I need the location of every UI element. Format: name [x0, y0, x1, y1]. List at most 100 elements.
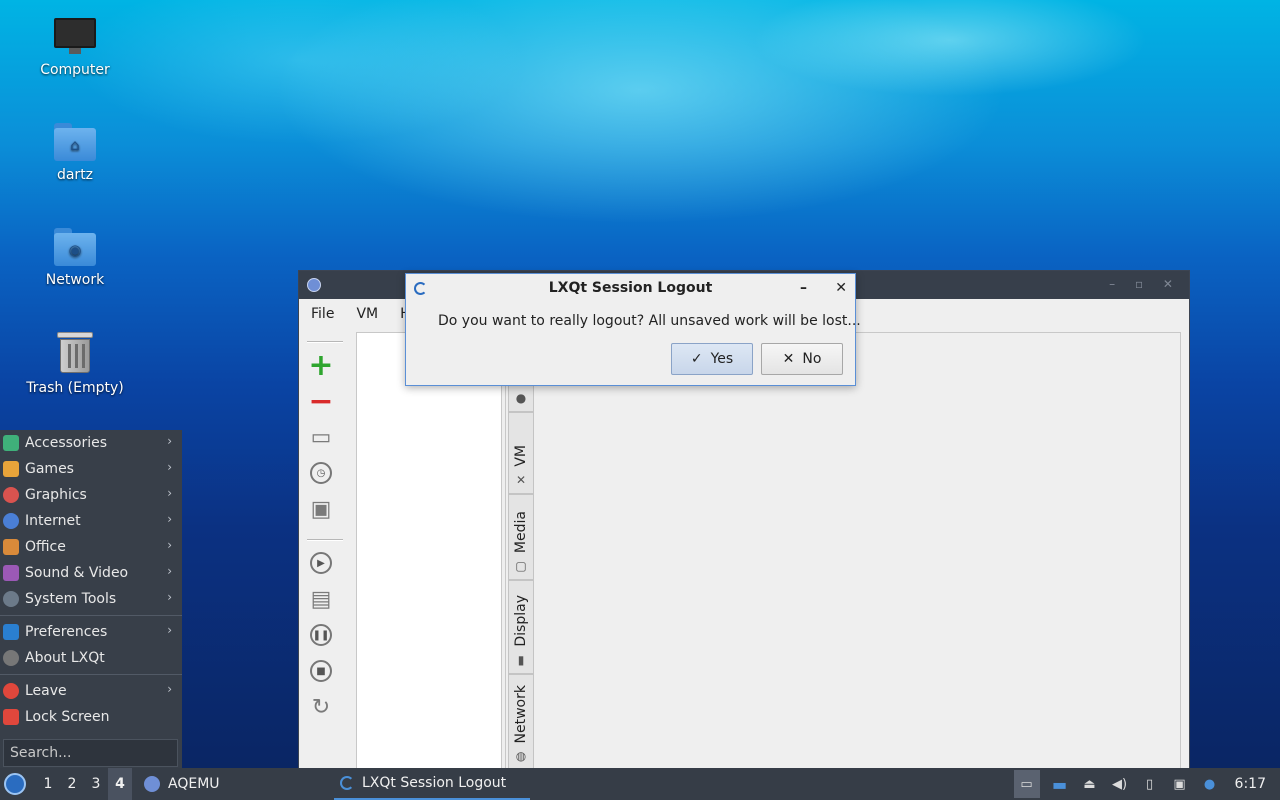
chevron-right-icon: › [167, 590, 172, 604]
lxqt-logo-icon [340, 776, 354, 790]
system-tray: ▭ ▬ ⏏ ◀) ▯ ▣ ● 6:17 [1009, 768, 1280, 800]
network-folder-icon: ◉ [54, 228, 96, 266]
desktop-icon-label: Trash (Empty) [26, 380, 124, 396]
task-logout-dialog[interactable]: LXQt Session Logout [334, 768, 530, 800]
minimize-icon[interactable]: – [800, 274, 807, 302]
stop-icon[interactable]: ■ [303, 653, 339, 689]
no-button[interactable]: ✕ No [761, 343, 843, 375]
desktop-icon-label: Computer [40, 62, 110, 78]
menu-item-games[interactable]: Games › [0, 456, 182, 482]
logout-dialog: LXQt Session Logout – ✕ Do you want to r… [405, 273, 861, 386]
reset-icon[interactable]: ↻ [303, 689, 339, 725]
tab-network[interactable]: Network ◍ [508, 674, 534, 770]
tools-icon: ✕ [515, 473, 527, 487]
volume-icon[interactable]: ◀) [1110, 775, 1130, 793]
eject-icon[interactable]: ⏏ [1080, 775, 1100, 793]
tab-media[interactable]: Media ▢ [508, 494, 534, 580]
aqemu-icon [144, 776, 160, 792]
x-icon: ✕ [782, 351, 795, 367]
save-icon[interactable]: ▤ [303, 581, 339, 617]
show-desktop-icon[interactable]: ▭ [1013, 770, 1040, 798]
start-menu: Accessories › Games › Graphics › Internet › … [0, 430, 182, 768]
notification-icon[interactable]: ● [1200, 775, 1220, 793]
task-aqemu[interactable]: AQEMU [138, 768, 220, 800]
clipboard-icon[interactable]: ▯ [1140, 775, 1160, 793]
info-icon [3, 650, 19, 666]
menu-item-accessories[interactable]: Accessories › [0, 430, 182, 456]
play-icon[interactable]: ▶ [303, 545, 339, 581]
chevron-right-icon: › [167, 682, 172, 696]
chevron-right-icon: › [167, 538, 172, 552]
media-icon: ▢ [515, 559, 527, 573]
add-vm-icon[interactable]: + [303, 347, 339, 383]
menu-vm[interactable]: VM [356, 306, 378, 322]
home-folder-icon: ⌂ [54, 123, 96, 161]
chevron-right-icon: › [167, 486, 172, 500]
desktop-2[interactable]: 2 [60, 768, 84, 800]
menu-item-internet[interactable]: Internet › [0, 508, 182, 534]
graphics-icon [3, 487, 19, 503]
menu-item-preferences[interactable]: Preferences › [0, 619, 182, 645]
start-menu-button[interactable] [4, 773, 26, 795]
sound-video-icon [3, 565, 19, 581]
desktop-icon-computer[interactable]: Computer [20, 18, 130, 78]
desktop-3[interactable]: 3 [84, 768, 108, 800]
desktop-switcher: 1 2 3 4 [36, 768, 132, 800]
dialog-titlebar[interactable]: LXQt Session Logout – ✕ [406, 274, 855, 302]
info-icon: ● [515, 391, 527, 405]
chevron-right-icon: › [167, 460, 172, 474]
terminal-icon[interactable]: ▣ [303, 491, 339, 527]
tab-display[interactable]: Display ▮ [508, 580, 534, 674]
chevron-right-icon: › [167, 434, 172, 448]
clock-icon[interactable]: ◷ [303, 455, 339, 491]
check-icon: ✓ [690, 351, 703, 367]
menu-file[interactable]: File [311, 306, 334, 322]
desktop-icon-label: Network [45, 272, 105, 288]
office-icon [3, 539, 19, 555]
pause-icon[interactable]: ❚❚ [303, 617, 339, 653]
system-tools-icon [3, 591, 19, 607]
menu-item-lock-screen[interactable]: Lock Screen [0, 704, 182, 730]
vm-settings-icon[interactable]: ▭ [303, 419, 339, 455]
dialog-title: LXQt Session Logout [548, 280, 713, 296]
vm-details-panel: ● VM ✕ Media ▢ Display ▮ Network ◍ [505, 332, 1181, 772]
clock[interactable]: 6:17 [1235, 776, 1266, 792]
tab-info[interactable]: ● [508, 382, 534, 412]
remove-vm-icon[interactable]: − [303, 383, 339, 419]
file-manager-icon[interactable]: ▬ [1050, 775, 1070, 794]
power-icon [3, 683, 19, 699]
aqemu-app-icon [307, 278, 321, 292]
desktop-icon-trash[interactable]: Trash (Empty) [20, 332, 130, 396]
internet-icon [3, 513, 19, 529]
chevron-right-icon: › [167, 512, 172, 526]
yes-button[interactable]: ✓ Yes [671, 343, 753, 375]
trash-icon [57, 332, 93, 374]
menu-item-system-tools[interactable]: System Tools › [0, 586, 182, 612]
tab-vm[interactable]: VM ✕ [508, 412, 534, 494]
menu-item-about[interactable]: About LXQt [0, 645, 182, 671]
menu-item-sound-video[interactable]: Sound & Video › [0, 560, 182, 586]
menu-item-office[interactable]: Office › [0, 534, 182, 560]
screen-icon[interactable]: ▣ [1170, 775, 1190, 793]
vertical-toolbar: + − ▭ ◷ ▣ ▶ ▤ ❚❚ ■ ↻ [303, 337, 347, 767]
dialog-message: Do you want to really logout? All unsave… [438, 313, 861, 329]
preferences-icon [3, 624, 19, 640]
menu-item-leave[interactable]: Leave › [0, 678, 182, 704]
menu-item-graphics[interactable]: Graphics › [0, 482, 182, 508]
desktop-1[interactable]: 1 [36, 768, 60, 800]
lxqt-logo-icon [414, 282, 427, 295]
desktop-icon-label: dartz [56, 167, 94, 183]
close-icon[interactable]: ✕ [835, 274, 847, 302]
accessories-icon [3, 435, 19, 451]
chevron-right-icon: › [167, 564, 172, 578]
games-icon [3, 461, 19, 477]
desktop-4[interactable]: 4 [108, 768, 132, 800]
desktop-icon-home[interactable]: ⌂ dartz [20, 123, 130, 183]
chevron-right-icon: › [167, 623, 172, 637]
display-icon: ▮ [517, 653, 525, 667]
vm-list[interactable] [356, 332, 502, 772]
menu-search-input[interactable]: Search... [3, 739, 178, 767]
desktop-icon-network[interactable]: ◉ Network [20, 228, 130, 288]
computer-icon [54, 18, 96, 56]
window-buttons[interactable]: – ▫ ✕ [1109, 277, 1181, 291]
